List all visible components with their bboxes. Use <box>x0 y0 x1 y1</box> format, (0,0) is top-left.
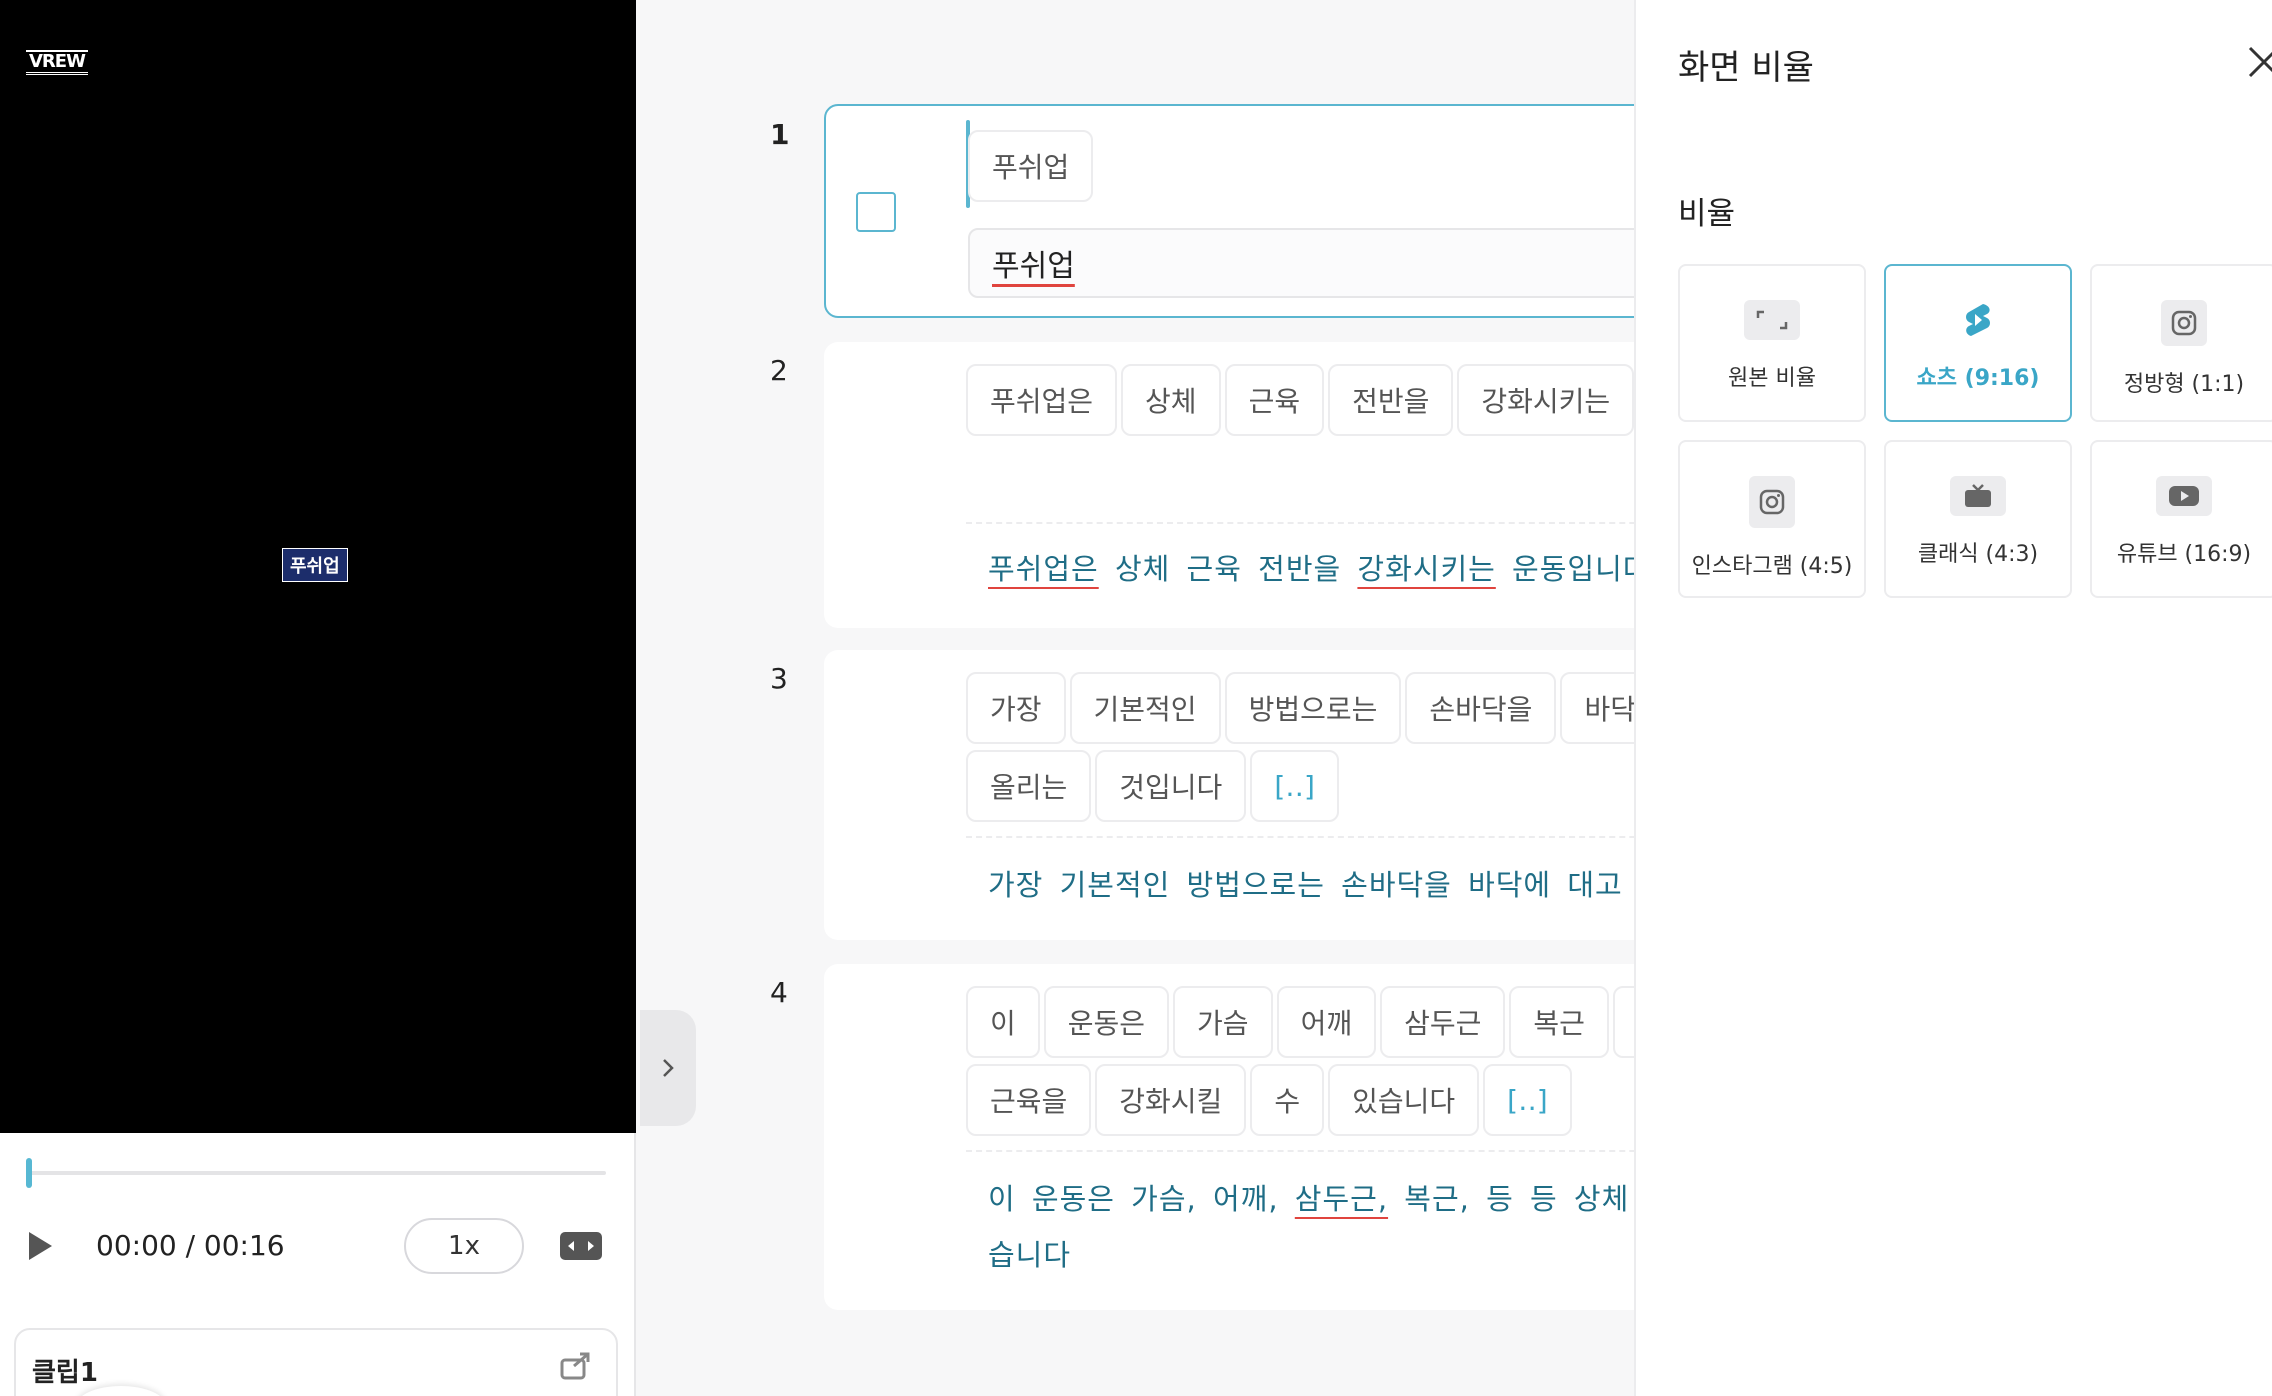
clip-block[interactable]: 가장 기본적인 방법으로는 손바닥을 바닥에 올리는 것입니다 [‥] 가장 기… <box>824 650 1634 940</box>
playback-time: 00:00 / 00:16 <box>96 1229 285 1262</box>
clip-card[interactable]: 클립1 <box>14 1328 618 1396</box>
word-chip[interactable]: 근육 <box>1224 364 1325 436</box>
play-button[interactable] <box>24 1228 56 1264</box>
word-chip[interactable]: 푸쉬업 <box>968 130 1094 202</box>
video-caption: 푸쉬업 <box>282 548 348 582</box>
word-chip[interactable]: 상체 <box>1121 364 1221 436</box>
word-row: 푸쉬업은 상체 근육 전반을 강화시키는 <box>966 364 1634 436</box>
word-chip[interactable]: 바닥에 <box>1560 672 1634 744</box>
vrew-logo: VREW <box>26 50 88 75</box>
word-row: 가장 기본적인 방법으로는 손바닥을 바닥에 <box>966 672 1634 744</box>
word-chip[interactable]: 강화시킬 <box>1095 1064 1247 1136</box>
word-chip[interactable]: 손바닥을 <box>1405 672 1557 744</box>
instagram-icon <box>1749 476 1795 528</box>
shorts-icon <box>1950 300 2006 340</box>
subtitle-text-line2[interactable]: 습니다 <box>988 1232 1071 1274</box>
clip-block[interactable]: 이 운동은 가슴 어깨 삼두근 복근 등 근육을 강화시킬 수 있습니다 [‥]… <box>824 964 1634 1310</box>
clip-block[interactable]: 푸쉬업은 상체 근육 전반을 강화시키는 푸쉬업은 상체 근육 전반을 강화시키… <box>824 342 1634 628</box>
ratio-option-youtube[interactable]: 유튜브 (16:9) <box>2090 440 2272 598</box>
word-chip[interactable]: 운동은 <box>1043 986 1170 1058</box>
word-chip[interactable]: 푸쉬업은 <box>966 364 1118 436</box>
collapse-preview-button[interactable] <box>640 1010 696 1126</box>
word-chip[interactable]: 있습니다 <box>1328 1064 1480 1136</box>
panel-title: 화면 비율 <box>1678 48 1814 88</box>
word-chip[interactable]: 전반을 <box>1328 364 1454 436</box>
play-icon <box>29 1232 52 1260</box>
ratio-option-square[interactable]: 정방형 (1:1) <box>2090 264 2272 422</box>
original-ratio-icon <box>1744 300 1800 340</box>
ratio-option-original[interactable]: 원본 비율 <box>1678 264 1866 422</box>
word-row: 이 운동은 가슴 어깨 삼두근 복근 등 <box>966 986 1634 1058</box>
word-chip[interactable]: 복근 <box>1509 986 1609 1058</box>
aspect-ratio-panel: 화면 비율 비율 원본 비율 쇼츠 (9:16) 정방형 (1:1) 인스타그램 <box>1634 0 2272 1396</box>
clip-checkbox[interactable] <box>856 192 896 232</box>
ratio-option-classic[interactable]: 클래식 (4:3) <box>1884 440 2072 598</box>
preview-panel: VREW 푸쉬업 00:00 / 00:16 1x 클립1 <box>0 0 636 1396</box>
youtube-icon <box>2156 476 2212 516</box>
word-chip[interactable]: 삼두근 <box>1380 986 1506 1058</box>
playback-speed-button[interactable]: 1x <box>404 1218 524 1274</box>
word-row: 올리는 것입니다 [‥] <box>966 750 1339 822</box>
chevron-right-icon <box>663 1059 674 1077</box>
ratio-option-instagram[interactable]: 인스타그램 (4:5) <box>1678 440 1866 598</box>
clip-number: 2 <box>770 354 788 387</box>
word-chip[interactable]: 어깨 <box>1276 986 1377 1058</box>
timeline-scrubber[interactable] <box>26 1171 606 1175</box>
silence-chip[interactable]: [‥] <box>1483 1064 1572 1136</box>
ratio-option-shorts[interactable]: 쇼츠 (9:16) <box>1884 264 2072 422</box>
fit-screen-button[interactable] <box>560 1232 602 1260</box>
word-chip[interactable]: 올리는 <box>966 750 1092 822</box>
divider <box>966 836 1634 838</box>
video-preview[interactable]: VREW 푸쉬업 <box>0 0 636 1133</box>
clip-number: 4 <box>770 976 788 1009</box>
silence-chip[interactable]: [‥] <box>1250 750 1339 822</box>
subtitle-editor: 1 푸쉬업 푸쉬업 2 푸쉬업은 상체 근육 전반을 강화시키는 푸쉬업은 상체… <box>700 0 1634 1396</box>
divider <box>966 522 1634 524</box>
clip-number: 1 <box>770 118 790 151</box>
ratio-section-label: 비율 <box>1678 196 1736 232</box>
instagram-icon <box>2161 300 2207 346</box>
word-chip[interactable]: 등 <box>1612 986 1634 1058</box>
tv-icon <box>1950 476 2006 516</box>
word-chip[interactable]: 가슴 <box>1173 986 1273 1058</box>
close-icon[interactable] <box>2244 42 2272 82</box>
word-chip[interactable]: 근육을 <box>966 1064 1092 1136</box>
subtitle-text[interactable]: 푸쉬업은 상체 근육 전반을 강화시키는 운동입니다 <box>988 546 1634 588</box>
clip-block[interactable]: 푸쉬업 푸쉬업 <box>824 104 1634 318</box>
word-chip[interactable]: 방법으로는 <box>1224 672 1402 744</box>
ratio-options: 원본 비율 쇼츠 (9:16) 정방형 (1:1) 인스타그램 (4:5) 클래… <box>1678 264 2272 598</box>
word-row: 근육을 강화시킬 수 있습니다 [‥] <box>966 1064 1572 1136</box>
scrubber-handle[interactable] <box>26 1158 32 1188</box>
subtitle-text[interactable]: 가장 기본적인 방법으로는 손바닥을 바닥에 대고 몸을 <box>988 862 1634 904</box>
subtitle-edit-field[interactable]: 푸쉬업 <box>968 228 1634 298</box>
edit-field-value: 푸쉬업 <box>992 249 1075 284</box>
subtitle-text[interactable]: 이 운동은 가슴, 어깨, 삼두근, 복근, 등 등 상체 전반 <box>988 1176 1634 1218</box>
word-chip[interactable]: 이 <box>966 986 1040 1058</box>
word-chip[interactable]: 수 <box>1250 1064 1325 1136</box>
open-external-icon[interactable] <box>560 1352 592 1380</box>
word-chip[interactable]: 기본적인 <box>1069 672 1221 744</box>
word-chip[interactable]: 강화시키는 <box>1457 364 1634 436</box>
word-chip[interactable]: 가장 <box>966 672 1066 744</box>
clip-title: 클립1 <box>32 1358 98 1388</box>
word-chip[interactable]: 것입니다 <box>1095 750 1247 822</box>
word-row: 푸쉬업 <box>968 130 1094 202</box>
clip-number: 3 <box>770 662 788 695</box>
divider <box>966 1150 1634 1152</box>
expand-horizontal-icon <box>568 1241 594 1251</box>
